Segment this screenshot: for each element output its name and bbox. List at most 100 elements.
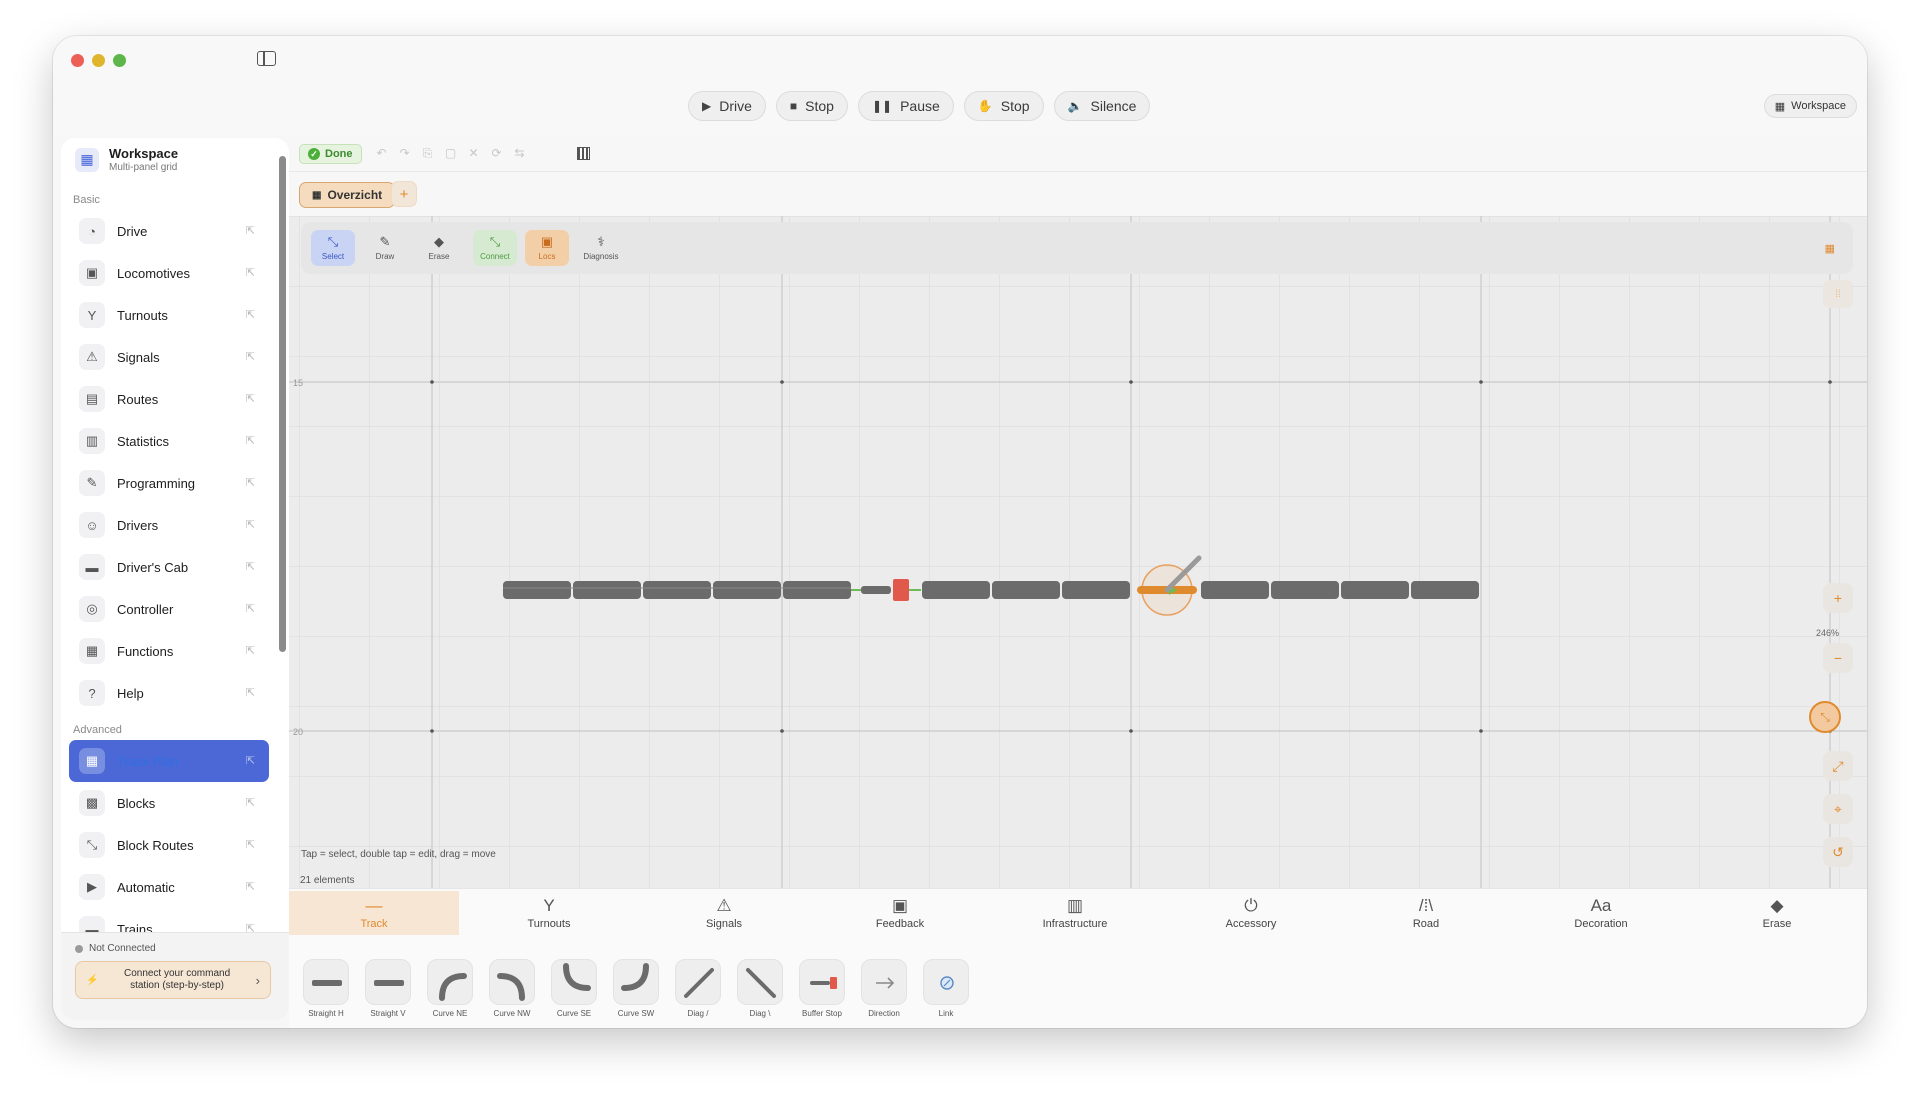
track-straight-segments-middle[interactable] — [922, 581, 1130, 599]
open-in-window-icon[interactable]: ⇱ — [246, 350, 255, 363]
sidebar-item-statistics[interactable]: ▥ Statistics ⇱ — [69, 420, 269, 462]
category-turnouts[interactable]: Y Turnouts — [464, 891, 634, 935]
open-in-window-icon[interactable]: ⇱ — [246, 266, 255, 279]
flip-icon[interactable]: ⇆ — [513, 146, 526, 161]
piece-curve-nw[interactable] — [489, 959, 535, 1005]
emergency-stop-button[interactable]: ✋ Stop — [963, 91, 1044, 121]
trash-icon[interactable]: ✕ — [467, 146, 480, 161]
tool-locs[interactable]: ▣ Locs — [525, 230, 569, 266]
open-in-window-icon[interactable]: ⇱ — [246, 224, 255, 237]
open-in-window-icon[interactable]: ⇱ — [246, 434, 255, 447]
sidebar-item-functions[interactable]: ▦ Functions ⇱ — [69, 630, 269, 672]
category-accessory[interactable]: ⏻ Accessory — [1166, 891, 1336, 935]
category-decoration[interactable]: Aa Decoration — [1516, 891, 1686, 935]
grid-settings-icon[interactable]: ▦ — [1825, 242, 1835, 255]
fit-to-screen-button[interactable]: ⤡ — [1809, 701, 1841, 733]
rotate-icon[interactable]: ⟳ — [490, 146, 503, 161]
drive-button[interactable]: ▶ Drive — [688, 91, 766, 121]
sidebar-item-help[interactable]: ? Help ⇱ — [69, 672, 269, 714]
reset-view-button[interactable]: ↺ — [1823, 837, 1853, 867]
tool-draw[interactable]: ✎ Draw — [363, 230, 407, 266]
piece-straight-v[interactable] — [365, 959, 411, 1005]
sidebar-item-drivers[interactable]: ☺ Drivers ⇱ — [69, 504, 269, 546]
sidebar-item-locomotives[interactable]: ▣ Locomotives ⇱ — [69, 252, 269, 294]
sidebar-item-turnouts[interactable]: Y Turnouts ⇱ — [69, 294, 269, 336]
feedback-icon: ▣ — [891, 895, 909, 915]
redo-icon[interactable]: ↷ — [398, 146, 411, 161]
open-in-window-icon[interactable]: ⇱ — [246, 644, 255, 657]
category-infrastructure[interactable]: ▥ Infrastructure — [990, 891, 1160, 935]
piece-diag-back[interactable] — [737, 959, 783, 1005]
zoom-in-button[interactable]: + — [1823, 583, 1853, 613]
tool-connect[interactable]: ⤡ Connect — [473, 230, 517, 266]
open-in-window-icon[interactable]: ⇱ — [246, 754, 255, 767]
sidebar-item-track-plan[interactable]: ▦ Track Plan ⇱ — [69, 740, 269, 782]
maximize-window-button[interactable] — [113, 54, 126, 67]
piece-curve-ne[interactable] — [427, 959, 473, 1005]
piece-curve-sw[interactable] — [613, 959, 659, 1005]
open-in-window-icon[interactable]: ⇱ — [246, 476, 255, 489]
grid-toggle-icon[interactable] — [577, 147, 590, 160]
category-feedback[interactable]: ▣ Feedback — [815, 891, 985, 935]
open-in-window-icon[interactable]: ⇱ — [246, 880, 255, 893]
category-erase[interactable]: ◆ Erase — [1692, 891, 1862, 935]
category-signals[interactable]: ⚠ Signals — [639, 891, 809, 935]
open-in-window-icon[interactable]: ⇱ — [246, 602, 255, 615]
center-view-button[interactable]: ⌖ — [1823, 794, 1853, 824]
zoom-out-button[interactable]: − — [1823, 643, 1853, 673]
silence-button[interactable]: 🔈 Silence — [1053, 91, 1151, 121]
sidebar-item-signals[interactable]: ⚠ Signals ⇱ — [69, 336, 269, 378]
sidebar-scrollbar[interactable] — [279, 156, 286, 652]
open-in-window-icon[interactable]: ⇱ — [246, 392, 255, 405]
stop-button[interactable]: ■ Stop — [775, 91, 848, 121]
track-plan-canvas[interactable]: 15 20 ⤡ Select ✎ Draw ◆ Erase ⤡ Connect … — [289, 216, 1867, 888]
open-in-window-icon[interactable]: ⇱ — [246, 922, 255, 932]
piece-direction[interactable] — [861, 959, 907, 1005]
undo-icon[interactable]: ↶ — [375, 146, 388, 161]
pause-button[interactable]: ❚❚ Pause — [857, 91, 954, 121]
sidebar-item-controller[interactable]: ◎ Controller ⇱ — [69, 588, 269, 630]
snap-grid-button[interactable]: ⁞⁞ — [1823, 280, 1853, 308]
tool-erase[interactable]: ◆ Erase — [417, 230, 461, 266]
add-tab-button[interactable]: + — [391, 181, 417, 207]
sidebar-item-label: Driver's Cab — [117, 559, 189, 575]
sidebar-item-trains[interactable]: ▬ Trains ⇱ — [69, 908, 269, 932]
sidebar-toggle-icon[interactable] — [257, 51, 276, 66]
sidebar-item-programming[interactable]: ✎ Programming ⇱ — [69, 462, 269, 504]
category-road[interactable]: /⁞\ Road — [1341, 891, 1511, 935]
copy-icon[interactable]: ⎘ — [421, 146, 434, 161]
sidebar-item-label: Locomotives — [117, 265, 190, 281]
connect-station-button[interactable]: ⚡ Connect your command station (step-by-… — [75, 961, 271, 999]
piece-straight-h[interactable] — [303, 959, 349, 1005]
sidebar-header[interactable]: ▦ Workspace Multi-panel grid — [75, 146, 178, 173]
piece-link[interactable] — [923, 959, 969, 1005]
sidebar-item-drivers-cab[interactable]: ▬ Driver's Cab ⇱ — [69, 546, 269, 588]
sidebar-item-block-routes[interactable]: ⤡ Block Routes ⇱ — [69, 824, 269, 866]
sidebar-item-blocks[interactable]: ▩ Blocks ⇱ — [69, 782, 269, 824]
paste-icon[interactable]: ▢ — [444, 146, 457, 161]
open-in-window-icon[interactable]: ⇱ — [246, 686, 255, 699]
piece-buffer-stop[interactable] — [799, 959, 845, 1005]
track-straight-segments-left[interactable] — [503, 581, 851, 599]
open-in-window-icon[interactable]: ⇱ — [246, 518, 255, 531]
zoom-actual-size-button[interactable]: ⤢ — [1823, 751, 1853, 781]
piece-label: Straight H — [308, 1009, 344, 1018]
sidebar-item-routes[interactable]: ▤ Routes ⇱ — [69, 378, 269, 420]
workspace-button[interactable]: ▦ Workspace — [1763, 94, 1857, 118]
tool-diagnosis[interactable]: ⚕ Diagnosis — [579, 230, 623, 266]
tool-label: Locs — [538, 252, 556, 261]
piece-diag-forward[interactable] — [675, 959, 721, 1005]
open-in-window-icon[interactable]: ⇱ — [246, 838, 255, 851]
tab-overzicht[interactable]: ▦ Overzicht — [299, 182, 396, 208]
sidebar-item-drive[interactable]: ◔ Drive ⇱ — [69, 210, 269, 252]
open-in-window-icon[interactable]: ⇱ — [246, 560, 255, 573]
open-in-window-icon[interactable]: ⇱ — [246, 308, 255, 321]
sidebar-item-automatic[interactable]: ▶ Automatic ⇱ — [69, 866, 269, 908]
minimize-window-button[interactable] — [92, 54, 105, 67]
category-track[interactable]: — Track — [289, 891, 459, 935]
done-button[interactable]: ✓ Done — [299, 144, 362, 164]
open-in-window-icon[interactable]: ⇱ — [246, 796, 255, 809]
tool-select[interactable]: ⤡ Select — [311, 230, 355, 266]
close-window-button[interactable] — [71, 54, 84, 67]
piece-curve-se[interactable] — [551, 959, 597, 1005]
